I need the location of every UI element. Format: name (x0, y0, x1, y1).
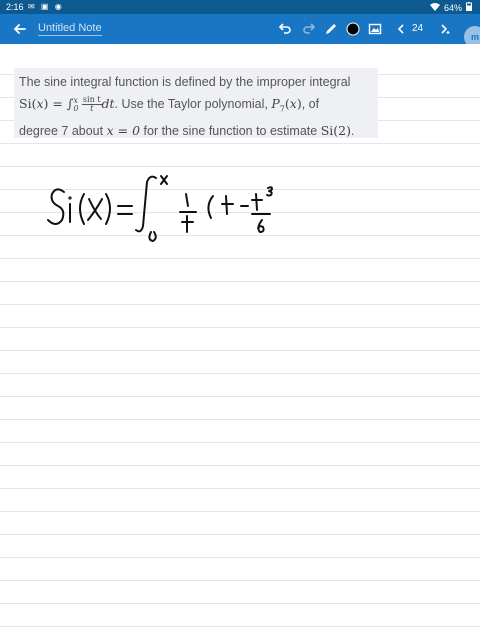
handwriting-layer (47, 175, 273, 242)
